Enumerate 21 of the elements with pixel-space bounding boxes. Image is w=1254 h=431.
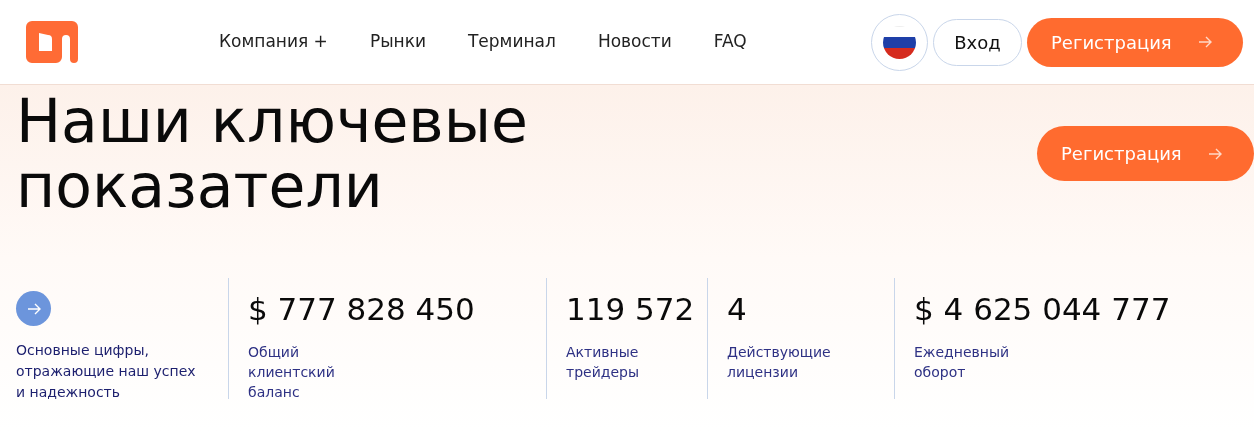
- arrow-right-icon: [26, 302, 41, 315]
- page-heading: Наши ключевые показатели: [16, 89, 528, 219]
- nav-link[interactable]: Новости: [597, 29, 672, 55]
- login-button[interactable]: Вход: [933, 18, 1022, 66]
- arrow-right-icon: [1197, 36, 1212, 48]
- stat-label: Ежедневный оборот: [914, 343, 1011, 382]
- nav-link[interactable]: Компания +: [219, 29, 328, 55]
- logo-icon[interactable]: [26, 20, 79, 64]
- nav-link[interactable]: FAQ: [713, 29, 747, 55]
- stats-intro: Основные цифры, отражающие наш успех и надежность: [16, 341, 197, 402]
- nav-link[interactable]: Рынки: [369, 29, 426, 55]
- arrow-right-icon: [1207, 147, 1222, 160]
- stat-label: Активные трейдеры: [566, 343, 640, 382]
- stat-value: 4: [727, 290, 748, 329]
- arrow-button[interactable]: [16, 291, 51, 326]
- stat-label: Общий клиентский баланс: [248, 343, 336, 402]
- stat-value: $ 777 828 450: [248, 290, 476, 329]
- stat-label: Действующие лицензии: [727, 343, 832, 382]
- nav-link[interactable]: Терминал: [468, 29, 556, 55]
- stat-value: 119 572: [566, 290, 696, 329]
- stat-value: $ 4 625 044 777: [914, 290, 1172, 329]
